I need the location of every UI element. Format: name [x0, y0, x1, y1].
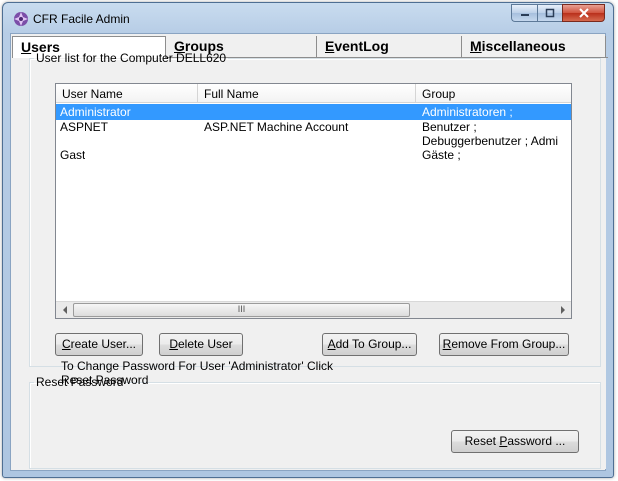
scroll-right-icon: [560, 306, 565, 314]
delete-user-accel: D: [169, 337, 178, 351]
cell-group: Administratoren ;: [422, 105, 513, 119]
minimize-button[interactable]: [511, 4, 537, 22]
horizontal-scrollbar[interactable]: III: [56, 301, 571, 318]
column-header-group[interactable]: Group: [416, 84, 571, 103]
maximize-icon: [545, 8, 555, 18]
scroll-thumb[interactable]: III: [73, 303, 410, 317]
cell-full-name: ASP.NET Machine Account: [204, 120, 349, 134]
close-button[interactable]: [562, 4, 605, 22]
scroll-grip-icon: III: [237, 304, 246, 314]
cell-user-name: Administrator: [60, 105, 131, 119]
close-icon: [578, 8, 589, 18]
reset-password-group: Reset Password: [29, 375, 601, 469]
title-bar[interactable]: CFR Facile Admin: [3, 3, 613, 33]
list-header: User Name Full Name Group: [56, 84, 571, 104]
delete-user-button[interactable]: Delete User: [159, 333, 243, 356]
cell-group: Benutzer ;: [422, 120, 477, 134]
column-header-user-name[interactable]: User Name: [56, 84, 198, 103]
window-title: CFR Facile Admin: [33, 12, 130, 26]
remove-from-group-button[interactable]: Remove From Group...: [439, 333, 569, 356]
cell-group: Debuggerbenutzer ; Admi: [422, 134, 559, 148]
delete-user-label: elete User: [177, 337, 233, 351]
scroll-left-button[interactable]: [56, 302, 73, 318]
scroll-right-button[interactable]: [554, 302, 571, 318]
maximize-button[interactable]: [537, 4, 562, 22]
column-header-full-name[interactable]: Full Name: [198, 84, 416, 103]
cell-user-name: Gast: [60, 148, 86, 162]
reset-password-label: assword ...: [507, 434, 566, 448]
remove-from-group-label: emove From Group...: [451, 337, 566, 351]
add-to-group-accel: A: [327, 337, 336, 351]
user-list-view[interactable]: User Name Full Name Group Administrator …: [55, 83, 572, 319]
create-user-button[interactable]: Create User...: [55, 333, 143, 356]
cell-group: Gäste ;: [422, 148, 461, 162]
table-row[interactable]: Gast Gäste ;: [56, 147, 571, 163]
reset-password-button[interactable]: Reset Password ...: [451, 430, 579, 453]
add-to-group-button[interactable]: Add To Group...: [322, 333, 417, 356]
table-row[interactable]: Administrator Administratoren ;: [56, 104, 571, 120]
remove-from-group-accel: R: [442, 337, 452, 351]
create-user-label: reate User...: [70, 337, 137, 351]
scroll-left-icon: [62, 306, 67, 314]
create-user-accel: C: [61, 337, 71, 351]
minimize-icon: [520, 14, 529, 16]
app-logo-icon: [14, 12, 28, 26]
cell-user-name: ASPNET: [60, 120, 109, 134]
reset-password-label-pre: Reset: [464, 434, 500, 448]
add-to-group-label: dd To Group...: [335, 337, 412, 351]
user-list-legend: User list for the Computer DELL620: [36, 51, 227, 65]
window-controls: [511, 4, 605, 22]
reset-password-info: To Change Password For User 'Administrat…: [61, 359, 334, 387]
app-window: CFR Facile Admin Users Groups EventLog M…: [2, 2, 614, 478]
